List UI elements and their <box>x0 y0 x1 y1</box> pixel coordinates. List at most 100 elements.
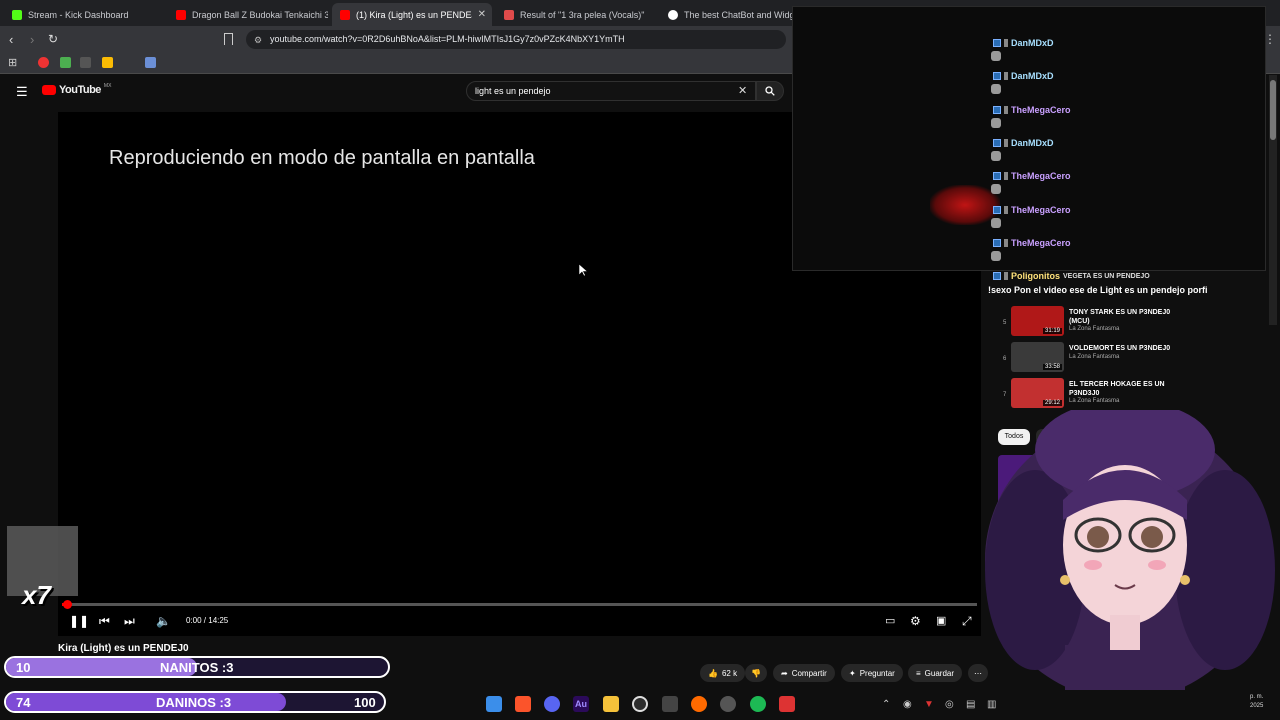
playlist-title[interactable]: TONY STARK ES UN P3NDEJ0 (MCU) <box>1069 308 1189 326</box>
youtube-logo[interactable]: YouTube MX <box>42 83 111 96</box>
ask-button[interactable]: ✦ Preguntar <box>841 664 903 682</box>
bookmark-gray-icon[interactable] <box>80 57 91 68</box>
forward-icon[interactable]: › <box>30 32 34 47</box>
hamburger-menu-icon[interactable]: ☰ <box>16 84 28 100</box>
playlist-thumbnail[interactable]: 33:58 <box>1011 342 1064 372</box>
pause-icon[interactable]: ❚❚ <box>69 614 89 628</box>
tab-result[interactable]: Result of "1 3ra pelea (Vocals)" <box>496 3 656 26</box>
audition-icon[interactable]: Au <box>573 696 589 712</box>
mic-icon <box>1004 72 1008 80</box>
playlist-channel[interactable]: La Zona Fantasma <box>1069 326 1119 332</box>
discord-icon[interactable] <box>544 696 560 712</box>
search-button[interactable] <box>756 81 784 101</box>
apps-grid-icon[interactable]: ⊞ <box>8 56 17 69</box>
tab-kick-dashboard[interactable]: Stream - Kick Dashboard <box>4 3 164 26</box>
playlist-title[interactable]: EL TERCER HOKAGE ES UN P3ND3J0 <box>1069 380 1189 398</box>
bookmark-blue-icon[interactable] <box>145 57 156 68</box>
share-label: Compartir <box>791 668 827 678</box>
vtuber-avatar <box>985 410 1275 690</box>
clear-search-icon[interactable]: ✕ <box>738 84 747 97</box>
badge-icon <box>993 39 1001 47</box>
file-explorer-icon[interactable] <box>603 696 619 712</box>
badge-icon <box>993 239 1001 247</box>
chat-text: VEGETA ES UN PENDEJO <box>1063 272 1150 280</box>
tray-red-icon[interactable]: ▼ <box>924 699 934 710</box>
chat-avatar-icon <box>991 51 1001 61</box>
share-button[interactable]: ➦ Compartir <box>773 664 835 682</box>
reload-icon[interactable]: ↻ <box>48 32 58 46</box>
previous-icon[interactable]: ⏮ <box>99 614 110 629</box>
app-gray-icon[interactable] <box>720 696 736 712</box>
close-icon[interactable]: ✕ <box>478 9 486 20</box>
daninos-max: 100 <box>354 695 376 710</box>
chat-message: TheMegaCero <box>993 237 1071 249</box>
tray-volume-icon[interactable]: ▥ <box>987 699 996 710</box>
search-input[interactable]: light es un pendejo <box>466 81 756 101</box>
chat-message-poligonitos: Poligonitos VEGETA ES UN PENDEJO <box>993 270 1150 282</box>
like-button[interactable]: 👍 62 k <box>700 664 746 682</box>
bookmark-drive-icon[interactable] <box>60 57 71 68</box>
site-info-icon[interactable]: ⚙ <box>254 35 262 46</box>
pip-message: Reproduciendo en modo de pantalla en pan… <box>109 147 535 169</box>
badge-icon <box>993 72 1001 80</box>
bookmark-red-icon[interactable] <box>38 57 49 68</box>
obs-icon[interactable] <box>632 696 648 712</box>
app-red-icon[interactable] <box>779 696 795 712</box>
app-orange-icon[interactable] <box>691 696 707 712</box>
brave-browser-icon[interactable] <box>515 696 531 712</box>
video-duration: 33:58 <box>1042 364 1062 370</box>
tab-title: Result of "1 3ra pelea (Vocals)" <box>520 9 645 20</box>
tab-dragon-ball[interactable]: Dragon Ball Z Budokai Tenkaichi 3 Ve <box>168 3 328 26</box>
tray-network-icon[interactable]: ▤ <box>966 699 975 710</box>
tab-chatbot[interactable]: The best ChatBot and Widgets <box>660 3 792 26</box>
progress-track[interactable] <box>62 603 977 606</box>
back-icon[interactable]: ‹ <box>9 32 13 47</box>
fullscreen-icon[interactable]: ⤢ <box>962 614 972 629</box>
share-icon: ➦ <box>781 668 788 678</box>
tray-app-icon[interactable]: ◉ <box>903 699 912 710</box>
progress-scrubber[interactable] <box>63 600 72 609</box>
url-field[interactable]: youtube.com/watch?v=0R2D6uhBNoA&list=PLM… <box>246 30 786 49</box>
bookmark-drive2-icon[interactable] <box>102 57 113 68</box>
playlist-channel[interactable]: La Zona Fantasma <box>1069 398 1119 404</box>
settings-icon[interactable]: ⚙ <box>910 614 921 628</box>
tab-title: The best ChatBot and Widgets <box>684 9 792 20</box>
playlist-thumbnail[interactable]: 29:12 <box>1011 378 1064 408</box>
settings-app-icon[interactable] <box>662 696 678 712</box>
youtube-play-icon <box>42 85 56 95</box>
miniplayer-icon[interactable]: ▣ <box>936 614 946 627</box>
scrollbar-thumb[interactable] <box>1270 80 1276 140</box>
video-duration: 29:12 <box>1042 400 1062 406</box>
nanitos-bar: 10 NANITOS :3 <box>4 656 390 678</box>
spotify-icon[interactable] <box>750 696 766 712</box>
playlist-channel[interactable]: La Zona Fantasma <box>1069 354 1119 360</box>
dislike-button[interactable]: 👎 <box>745 664 767 682</box>
subtitles-icon[interactable]: ▭ <box>885 614 895 627</box>
tab-title: Stream - Kick Dashboard <box>28 9 129 20</box>
playlist-title[interactable]: VOLDEMORT ES UN P3NDEJ0 <box>1069 344 1189 353</box>
tray-chevron-icon[interactable]: ⌃ <box>882 699 890 710</box>
badge-icon <box>993 272 1001 280</box>
volume-icon[interactable]: 🔈 <box>156 614 171 628</box>
chat-message: TheMegaCero <box>993 204 1071 216</box>
chat-avatar-icon <box>991 84 1001 94</box>
video-title: Kira (Light) es un PENDEJ0 <box>58 643 189 654</box>
tray-discord-icon[interactable]: ◎ <box>945 699 954 710</box>
url-text: youtube.com/watch?v=0R2D6uhBNoA&list=PLM… <box>270 34 625 44</box>
bookmark-icon[interactable] <box>224 33 233 45</box>
chat-message: DanMDxD <box>993 70 1054 82</box>
tab-kira-video[interactable]: (1) Kira (Light) es un PENDEJ0 ✕ <box>332 3 492 26</box>
badge-icon <box>993 172 1001 180</box>
playlist-index: 5 <box>1003 320 1007 326</box>
badge-icon <box>993 139 1001 147</box>
windows-start-icon[interactable] <box>486 696 502 712</box>
chat-username: DanMDxD <box>1011 71 1054 81</box>
next-icon[interactable]: ⏭ <box>124 614 135 629</box>
logo-text: YouTube <box>59 84 101 96</box>
system-clock[interactable]: p. m. 2025 <box>1250 693 1263 711</box>
save-button[interactable]: ≡ Guardar <box>908 664 963 682</box>
playlist-thumbnail[interactable]: 31:19 <box>1011 306 1064 336</box>
thumbs-up-icon: 👍 <box>708 668 718 678</box>
ask-label: Preguntar <box>859 668 895 678</box>
like-count: 62 k <box>721 668 738 678</box>
